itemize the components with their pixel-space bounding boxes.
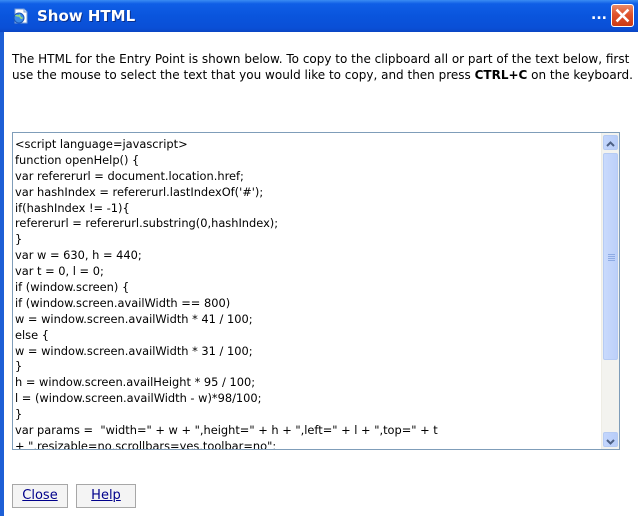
- chevron-down-icon: [606, 439, 615, 445]
- scroll-grip-line: [608, 260, 615, 261]
- scroll-grip-line: [608, 258, 615, 259]
- code-line: }: [15, 407, 23, 422]
- code-line: }: [15, 359, 23, 374]
- code-line: l = (window.screen.availWidth - w)*98/10…: [15, 391, 262, 406]
- window-title: Show HTML: [37, 7, 136, 25]
- scroll-up-button[interactable]: [603, 135, 618, 150]
- title-bar[interactable]: Show HTML ...: [0, 0, 638, 32]
- scroll-down-button[interactable]: [603, 432, 618, 447]
- code-line: var w = 630, h = 440;: [15, 248, 142, 263]
- code-line: var t = 0, l = 0;: [15, 264, 104, 279]
- code-line: else {: [15, 327, 49, 342]
- scroll-grip-line: [608, 254, 615, 255]
- shortcut-key: CTRL+C: [474, 68, 528, 82]
- code-line: h = window.screen.availHeight * 95 / 100…: [15, 375, 256, 390]
- vertical-scrollbar[interactable]: [601, 133, 619, 449]
- window-close-button[interactable]: [611, 4, 634, 27]
- code-line: if (window.screen.availWidth == 800): [15, 295, 231, 310]
- title-overflow-indicator: ...: [591, 7, 607, 23]
- instructions-part-2: on the keyboard.: [527, 68, 633, 82]
- close-icon: [615, 8, 630, 23]
- scroll-grip-line: [608, 256, 615, 257]
- code-text[interactable]: <script language=javascript> function ope…: [15, 137, 597, 450]
- code-line: var hashIndex = refererurl.lastIndexOf('…: [15, 184, 264, 199]
- code-line: w = window.screen.availWidth * 41 / 100;: [15, 311, 253, 326]
- code-line: var refererurl = document.location.href;: [15, 168, 244, 183]
- code-line: var params = "width=" + w + ",height=" +…: [15, 423, 438, 438]
- code-line: if(hashIndex != -1){: [15, 200, 130, 215]
- code-line: <script language=javascript>: [15, 137, 188, 151]
- code-line: refererurl = refererurl.substring(0,hash…: [15, 216, 279, 231]
- instructions-text: The HTML for the Entry Point is shown be…: [12, 51, 634, 83]
- help-button[interactable]: Help: [76, 484, 136, 508]
- chevron-up-icon: [606, 141, 615, 147]
- code-line: + ",resizable=no,scrollbars=yes,toolbar=…: [15, 438, 277, 450]
- code-line: }: [15, 232, 23, 247]
- close-button[interactable]: Close: [12, 484, 68, 508]
- code-line: w = window.screen.availWidth * 31 / 100;: [15, 343, 253, 358]
- html-page-icon: [12, 8, 30, 24]
- html-code-textarea[interactable]: <script language=javascript> function ope…: [12, 132, 620, 450]
- show-html-dialog: Show HTML ... The HTML for the Entry Poi…: [0, 0, 638, 516]
- window-left-border: [0, 32, 4, 516]
- code-line: if (window.screen) {: [15, 280, 130, 295]
- code-line: function openHelp() {: [15, 152, 140, 167]
- scroll-thumb[interactable]: [603, 153, 618, 360]
